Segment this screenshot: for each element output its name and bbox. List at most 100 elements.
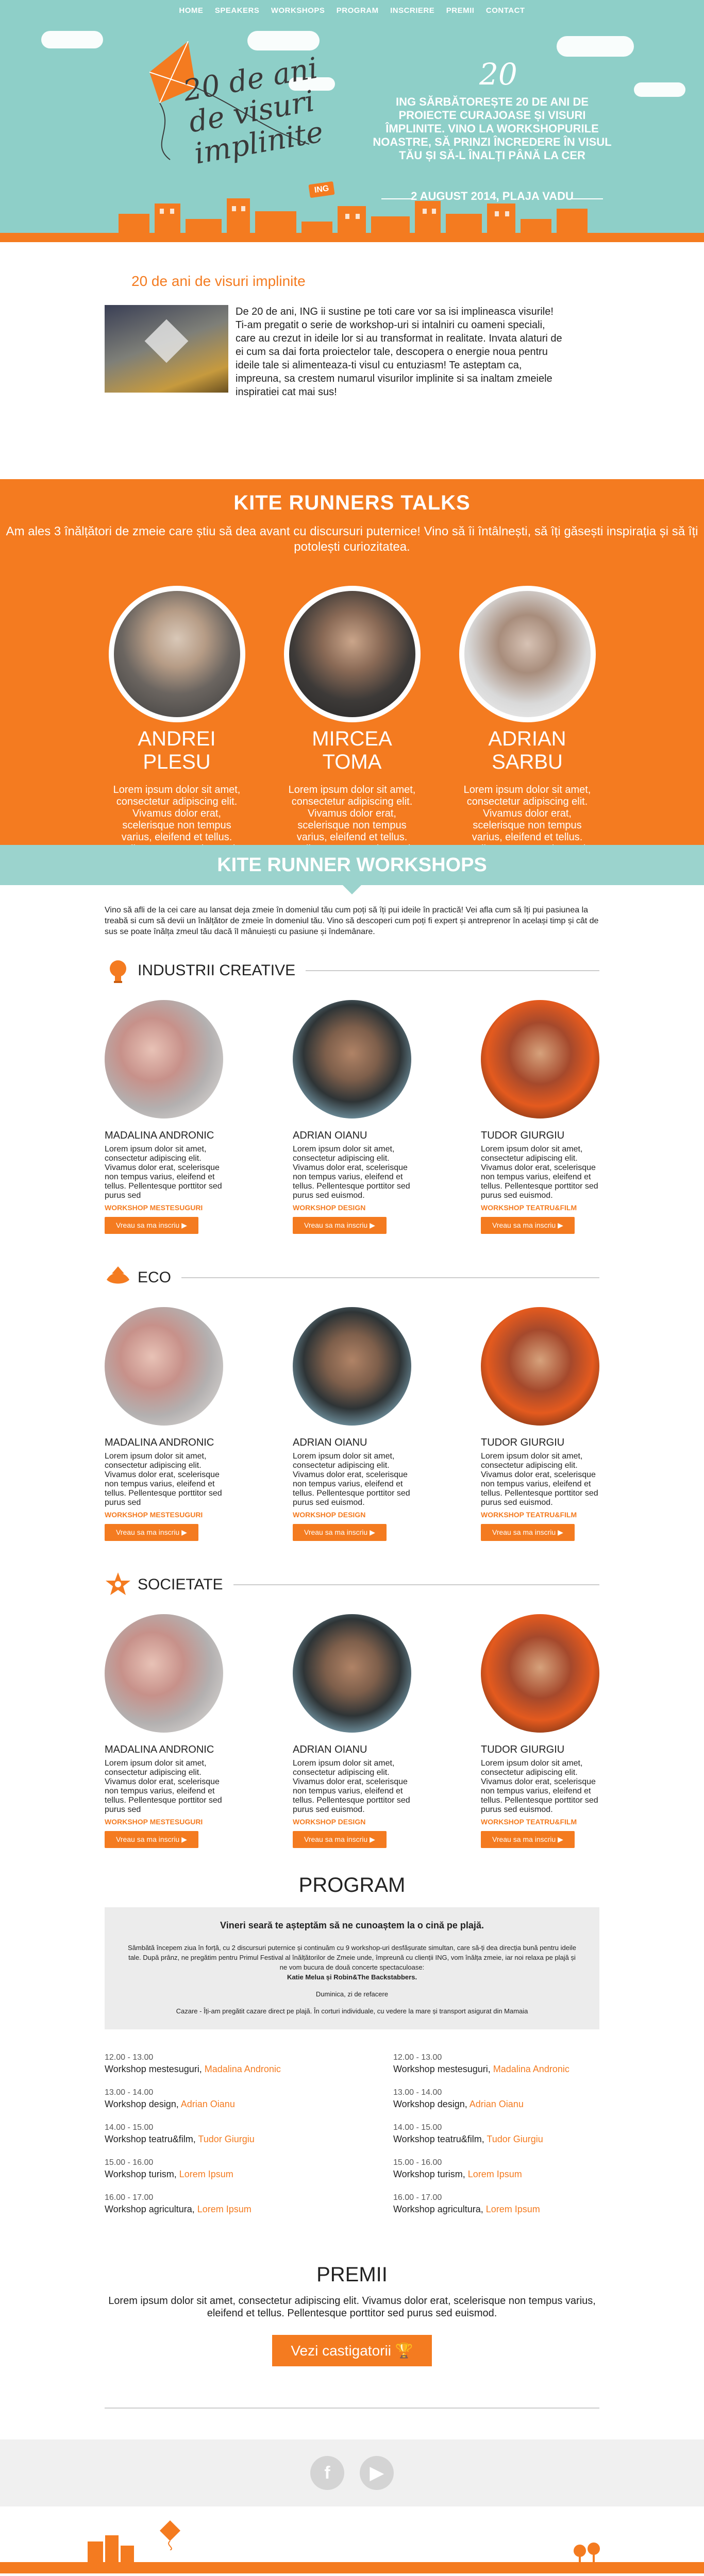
- play-icon: ▶: [558, 1835, 563, 1843]
- speaker-photo-frame: [459, 586, 596, 722]
- speaker-photo-frame: [283, 586, 421, 722]
- facebook-icon[interactable]: f: [310, 2456, 344, 2490]
- slot-trainer-link[interactable]: Adrian Oianu: [470, 2099, 524, 2109]
- hero-twenty: 20: [479, 57, 517, 92]
- slot-title: Workshop agricultura,: [393, 2204, 486, 2214]
- intro-title: 20 de ani de visuri implinite: [131, 273, 306, 289]
- signup-label: Vreau sa ma inscriu: [492, 1528, 556, 1536]
- slot-time: 16.00 - 17.00: [105, 2193, 154, 2202]
- talks-lead: Am ales 3 înălțători de zmeie care știu …: [6, 524, 698, 554]
- program-section: PROGRAM Vineri seară te așteptăm să ne c…: [105, 1874, 599, 2227]
- trainer-name: MADALINA ANDRONIC: [105, 1744, 214, 1755]
- slot-time: 14.00 - 15.00: [105, 2123, 154, 2132]
- slot-trainer-link[interactable]: Adrian Oianu: [181, 2099, 235, 2109]
- trainer-name: ADRIAN OIANU: [293, 1437, 367, 1448]
- ground-band: [0, 233, 704, 242]
- slot-trainer-link[interactable]: Tudor Giurgiu: [487, 2134, 543, 2144]
- signup-button[interactable]: Vreau sa ma inscriu ▶: [481, 1217, 575, 1234]
- slot-trainer-link[interactable]: Madalina Andronic: [493, 2064, 569, 2074]
- slot-time: 15.00 - 16.00: [393, 2158, 442, 2167]
- trainer-bio: Lorem ipsum dolor sit amet, consectetur …: [293, 1452, 410, 1507]
- kite-icon: [144, 319, 189, 363]
- program-text: Katie Melua și Robin&The Backstabbers.: [287, 1973, 417, 1981]
- signup-button[interactable]: Vreau sa ma inscriu ▶: [105, 1831, 198, 1848]
- workshop-category: ECO MADALINA ANDRONIC Lorem ipsum dolor …: [105, 1260, 599, 1541]
- talks-title: KITE RUNNERS TALKS: [233, 492, 471, 514]
- signup-button[interactable]: Vreau sa ma inscriu ▶: [293, 1524, 387, 1541]
- schedule-column: 12.00 - 13.00 Workshop mestesuguri, Madal…: [393, 2052, 599, 2227]
- nav-contact[interactable]: CONTACT: [481, 0, 530, 21]
- speaker-name: ADRIAN SARBU: [488, 727, 566, 773]
- star-badge-icon: [106, 1572, 130, 1595]
- category-header: ECO: [105, 1260, 599, 1296]
- schedule-column: 12.00 - 13.00 Workshop mestesuguri, Madal…: [105, 2052, 311, 2227]
- nav-program[interactable]: PROGRAM: [332, 0, 383, 21]
- nav-workshops[interactable]: WORKSHOPS: [266, 0, 330, 21]
- slot-title: Workshop teatru&film,: [393, 2134, 487, 2144]
- intro-text: De 20 de ani, ING ii sustine pe toti car…: [236, 306, 562, 398]
- signup-label: Vreau sa ma inscriu: [304, 1221, 368, 1229]
- play-icon: ▶: [181, 1528, 187, 1536]
- houses-icon: [88, 2535, 134, 2562]
- speakers-list: ANDREI PLESU Lorem ipsum dolor sit amet,…: [0, 586, 704, 855]
- slot-trainer-link[interactable]: Madalina Andronic: [205, 2064, 281, 2074]
- trainer-name: TUDOR GIURGIU: [481, 1744, 565, 1755]
- category-title: ECO: [138, 1269, 172, 1286]
- signup-button[interactable]: Vreau sa ma inscriu ▶: [105, 1217, 198, 1234]
- category-header: SOCIETATE: [105, 1567, 599, 1603]
- intro-section: 20 de ani de visuri implinite De 20 de a…: [0, 242, 704, 479]
- talks-section: KITE RUNNERS TALKS Am ales 3 înălțători …: [0, 479, 704, 855]
- slot-title: Workshop design,: [105, 2099, 181, 2109]
- trainer-name: ADRIAN OIANU: [293, 1744, 367, 1755]
- nav-home[interactable]: HOME: [174, 0, 208, 21]
- trainer-name: MADALINA ANDRONIC: [105, 1437, 214, 1448]
- see-winners-button[interactable]: Vezi castigatorii 🏆: [272, 2335, 432, 2366]
- signup-label: Vreau sa ma inscriu: [492, 1835, 556, 1843]
- slot-trainer-link[interactable]: Lorem Ipsum: [197, 2204, 252, 2214]
- speaker-card: ANDREI PLESU Lorem ipsum dolor sit amet,…: [108, 586, 245, 855]
- winners-label: Vezi castigatorii: [291, 2343, 391, 2359]
- trainer-photo: [105, 1614, 223, 1733]
- slot-title: Workshop turism,: [393, 2169, 468, 2179]
- hero-tagline: ING SĂRBĂTOREȘTE 20 DE ANI DE PROIECTE C…: [373, 95, 612, 162]
- slot-title: Workshop agricultura,: [105, 2204, 197, 2214]
- slot-title: Workshop teatru&film,: [105, 2134, 198, 2144]
- slot-trainer-link[interactable]: Lorem Ipsum: [486, 2204, 540, 2214]
- nav-inscriere[interactable]: INSCRIERE: [385, 0, 439, 21]
- footer: [0, 2506, 704, 2573]
- play-icon: ▶: [370, 1221, 375, 1229]
- slot-trainer-link[interactable]: Lorem Ipsum: [179, 2169, 233, 2179]
- signup-button[interactable]: Vreau sa ma inscriu ▶: [481, 1524, 575, 1541]
- signup-button[interactable]: Vreau sa ma inscriu ▶: [481, 1831, 575, 1848]
- workshop-cards: MADALINA ANDRONIC Lorem ipsum dolor sit …: [105, 1000, 599, 1234]
- schedule-slot: 15.00 - 16.00 Workshop turism, Lorem Ipsu…: [105, 2157, 311, 2180]
- schedule-slot: 16.00 - 17.00 Workshop agricultura, Lorem…: [393, 2192, 599, 2215]
- play-icon: ▶: [558, 1221, 563, 1229]
- schedule-slot: 14.00 - 15.00 Workshop teatru&film, Tudor…: [393, 2122, 599, 2145]
- schedule-slot: 12.00 - 13.00 Workshop mestesuguri, Madal…: [105, 2052, 311, 2075]
- slot-trainer-link[interactable]: Tudor Giurgiu: [198, 2134, 254, 2144]
- kite-icon: [160, 2520, 180, 2550]
- trainer-bio: Lorem ipsum dolor sit amet, consectetur …: [481, 1145, 598, 1200]
- signup-button[interactable]: Vreau sa ma inscriu ▶: [293, 1217, 387, 1234]
- trainer-bio: Lorem ipsum dolor sit amet, consectetur …: [105, 1145, 222, 1200]
- workshop-category: SOCIETATE MADALINA ANDRONIC Lorem ipsum …: [105, 1567, 599, 1848]
- schedule-slot: 16.00 - 17.00 Workshop agricultura, Lorem…: [105, 2192, 311, 2215]
- signup-button[interactable]: Vreau sa ma inscriu ▶: [105, 1524, 198, 1541]
- signup-button[interactable]: Vreau sa ma inscriu ▶: [293, 1831, 387, 1848]
- workshop-tag: WORKSHOP TEATRU&FILM: [481, 1204, 577, 1212]
- slot-trainer-link[interactable]: Lorem Ipsum: [468, 2169, 522, 2179]
- trainer-photo: [481, 1307, 599, 1426]
- play-icon: ▶: [181, 1221, 187, 1229]
- workshop-tag: WORKSHOP DESIGN: [293, 1818, 366, 1826]
- workshop-card: ADRIAN OIANU Lorem ipsum dolor sit amet,…: [293, 1000, 411, 1234]
- nav-premii[interactable]: PREMII: [442, 0, 479, 21]
- nav-speakers[interactable]: SPEAKERS: [210, 0, 264, 21]
- workshops-banner: KITE RUNNER WORKSHOPS: [0, 845, 704, 894]
- trainer-name: TUDOR GIURGIU: [481, 1437, 565, 1448]
- premii-section: PREMII Lorem ipsum dolor sit amet, conse…: [105, 2263, 599, 2366]
- schedule-slot: 15.00 - 16.00 Workshop turism, Lorem Ipsu…: [393, 2157, 599, 2180]
- youtube-icon[interactable]: ▶: [360, 2456, 394, 2490]
- program-box-title: Vineri seară te așteptăm să ne cunoaștem…: [220, 1920, 484, 1930]
- trophy-icon: 🏆: [395, 2343, 413, 2359]
